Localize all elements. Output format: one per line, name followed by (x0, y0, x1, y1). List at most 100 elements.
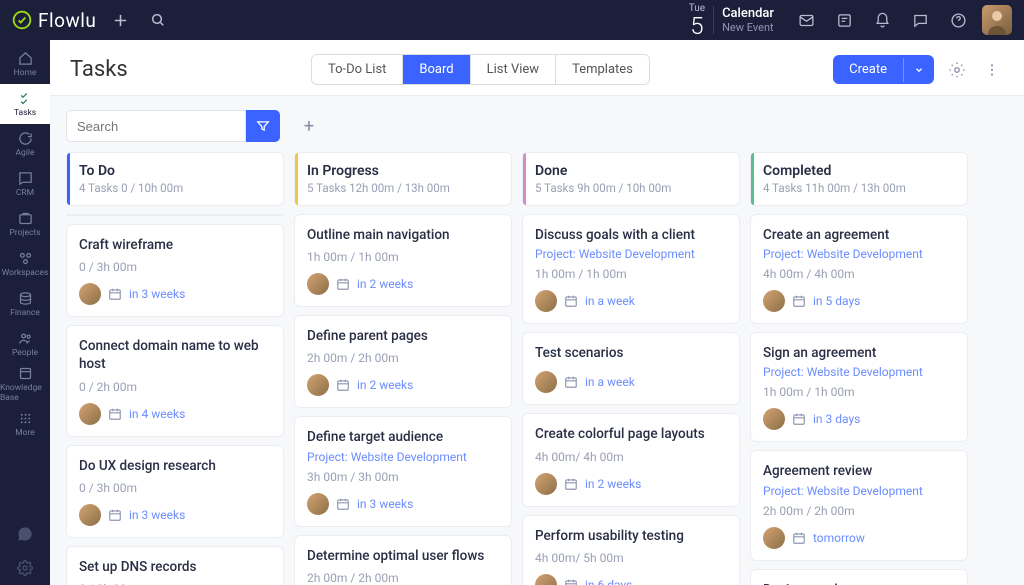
chevron-down-icon[interactable] (903, 58, 934, 82)
create-button[interactable]: Create (833, 55, 934, 84)
card-title: Craft wireframe (79, 236, 271, 254)
sidebar-item-agile[interactable]: Agile (0, 124, 50, 164)
plus-icon[interactable] (106, 6, 134, 34)
full-form-button[interactable]: Full form (176, 215, 284, 216)
card-title: Perform usability testing (535, 527, 727, 545)
brand-logo[interactable]: Flowlu (12, 9, 96, 32)
more-grid-icon (18, 410, 33, 426)
card-due: in 4 weeks (129, 407, 185, 421)
card-time: 0 / 3h 00m (79, 260, 271, 274)
search-input[interactable] (66, 110, 246, 142)
assignee-avatar (307, 374, 329, 396)
chat-icon[interactable] (906, 6, 934, 34)
task-card[interactable]: Determine optimal user flows2h 00m / 2h … (294, 535, 512, 585)
tab-board[interactable]: Board (403, 55, 470, 84)
task-card[interactable]: Connect domain name to web host0 / 2h 00… (66, 325, 284, 436)
kebab-icon[interactable] (980, 58, 1004, 82)
finance-icon (18, 290, 33, 306)
bell-icon[interactable] (868, 6, 896, 34)
column-title: Done (535, 163, 727, 179)
card-title: Sign an agreement (763, 344, 955, 362)
assignee-avatar (535, 290, 557, 312)
card-time: 3h 00m / 3h 00m (307, 470, 499, 484)
sidebar-item-finance[interactable]: Finance (0, 284, 50, 324)
task-card[interactable]: Discuss goals with a clientProject: Webs… (522, 214, 740, 324)
gear-icon[interactable] (944, 57, 970, 83)
task-card[interactable]: Design mockup4h 00m / 5h 00min 2 days (750, 569, 968, 585)
card-title: Create colorful page layouts (535, 425, 727, 443)
card-due: in 2 weeks (585, 477, 641, 491)
date-widget[interactable]: Tue 5 Calendar New Event (689, 3, 774, 38)
calendar-subtitle: New Event (722, 21, 774, 34)
column-header[interactable]: To Do4 Tasks 0 / 10h 00m (66, 152, 284, 206)
user-avatar[interactable] (982, 5, 1012, 35)
task-card[interactable]: Create colorful page layouts 4h 00m/ 4h 0… (522, 413, 740, 506)
column-header[interactable]: Done5 Tasks 9h 00m / 10h 00m (522, 152, 740, 206)
tab-list-view[interactable]: List View (471, 55, 556, 84)
sidebar-chat-icon[interactable] (0, 517, 50, 551)
task-card[interactable]: Create an agreementProject: Website Deve… (750, 214, 968, 324)
sidebar-item-knowledge[interactable]: Knowledge Base (0, 364, 50, 404)
filter-button[interactable] (246, 110, 280, 142)
sidebar-item-crm[interactable]: CRM (0, 164, 50, 204)
board-column: To Do4 Tasks 0 / 10h 00m Quick AddFull fo… (66, 152, 284, 569)
page-title: Tasks (70, 57, 128, 82)
task-card[interactable]: Perform usability testing4h 00m/ 5h 00mi… (522, 515, 740, 585)
mail-icon[interactable] (792, 6, 820, 34)
sidebar-item-tasks[interactable]: Tasks (0, 84, 50, 124)
assignee-avatar (307, 273, 329, 295)
task-card[interactable]: Craft wireframe0 / 3h 00min 3 weeks (66, 224, 284, 317)
card-title: Set up DNS records (79, 558, 271, 576)
task-card[interactable]: Set up DNS records0 / 2h 00min 4 weeks (66, 546, 284, 585)
card-project: Project: Website Development (763, 247, 955, 261)
sidebar-settings-icon[interactable] (0, 551, 50, 585)
tab-todo-list[interactable]: To-Do List (312, 55, 403, 84)
tasks-icon (18, 90, 33, 106)
crm-icon (18, 170, 33, 186)
people-icon (18, 330, 33, 346)
view-tabs: To-Do List Board List View Templates (311, 54, 650, 85)
sidebar-item-home[interactable]: Home (0, 44, 50, 84)
card-due: in a week (585, 294, 635, 308)
card-title: Design mockup (763, 581, 955, 585)
task-card[interactable]: Define target audienceProject: Website D… (294, 416, 512, 526)
note-icon[interactable] (830, 6, 858, 34)
column-meta: 5 Tasks 12h 00m / 13h 00m (307, 181, 499, 195)
column-header[interactable]: In Progress5 Tasks 12h 00m / 13h 00m (294, 152, 512, 206)
task-card[interactable]: Agreement reviewProject: Website Develop… (750, 450, 968, 560)
sidebar-item-people[interactable]: People (0, 324, 50, 364)
search-icon[interactable] (144, 6, 172, 34)
tab-templates[interactable]: Templates (556, 55, 649, 84)
card-title: Do UX design research (79, 457, 271, 475)
add-column-button[interactable]: + (294, 111, 324, 141)
help-icon[interactable] (944, 6, 972, 34)
assignee-avatar (79, 283, 101, 305)
sidebar-item-workspaces[interactable]: Workspaces (0, 244, 50, 284)
card-time: 4h 00m/ 4h 00m (535, 450, 727, 464)
quick-add-button[interactable]: Quick Add (67, 215, 176, 216)
column-header[interactable]: Completed4 Tasks 11h 00m / 13h 00m (750, 152, 968, 206)
agile-icon (18, 130, 33, 146)
date-num: 5 (690, 14, 703, 38)
create-button-label: Create (833, 55, 903, 84)
kanban-board: To Do4 Tasks 0 / 10h 00m Quick AddFull fo… (50, 152, 1024, 585)
task-card[interactable]: Sign an agreement Project: Website Develo… (750, 332, 968, 442)
task-card[interactable]: Test scenariosin a week (522, 332, 740, 405)
task-card[interactable]: Do UX design research0 / 3h 00min 3 week… (66, 445, 284, 538)
card-project: Project: Website Development (763, 365, 955, 379)
assignee-avatar (763, 408, 785, 430)
assignee-avatar (535, 574, 557, 585)
card-due: in 3 weeks (129, 508, 185, 522)
card-due: in 3 days (813, 412, 860, 426)
card-title: Define target audience (307, 428, 499, 446)
sidebar-item-projects[interactable]: Projects (0, 204, 50, 244)
calendar-title: Calendar (722, 6, 774, 21)
sidebar-item-more[interactable]: More (0, 404, 50, 444)
column-meta: 4 Tasks 0 / 10h 00m (79, 181, 271, 195)
card-title: Test scenarios (535, 344, 727, 362)
brand-name: Flowlu (38, 9, 96, 32)
task-card[interactable]: Define parent pages2h 00m / 2h 00min 2 w… (294, 315, 512, 408)
board-column: Done5 Tasks 9h 00m / 10h 00m Discuss goal… (522, 152, 740, 569)
task-card[interactable]: Outline main navigation1h 00m / 1h 00min… (294, 214, 512, 307)
card-title: Outline main navigation (307, 226, 499, 244)
